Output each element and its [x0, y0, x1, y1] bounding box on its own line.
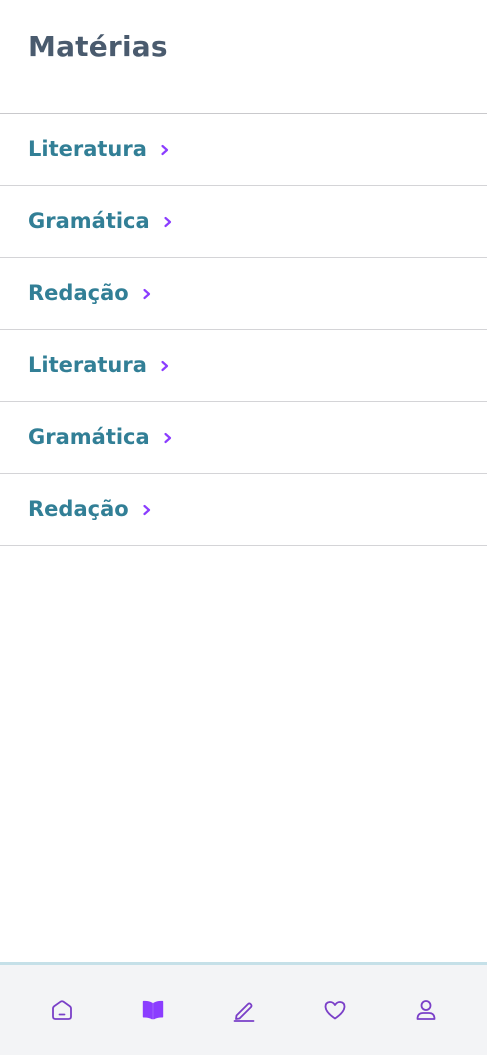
subjects-screen: Matérias Literatura Gramática Redação Li… [0, 0, 487, 1055]
bottom-tab-bar [0, 962, 487, 1055]
subject-label: Redação [28, 281, 129, 305]
subject-item-literatura[interactable]: Literatura [0, 330, 487, 402]
tab-redacao[interactable] [220, 986, 268, 1034]
heart-icon [324, 1001, 345, 1020]
subject-list: Literatura Gramática Redação Literatura … [0, 114, 487, 546]
home-icon [51, 1000, 72, 1020]
subject-label: Redação [28, 497, 129, 521]
subject-item-redacao[interactable]: Redação [0, 474, 487, 546]
subject-item-redacao[interactable]: Redação [0, 258, 487, 330]
subject-item-gramatica[interactable]: Gramática [0, 402, 487, 474]
subject-label: Gramática [28, 425, 150, 449]
subject-label: Gramática [28, 209, 150, 233]
tab-perfil[interactable] [402, 986, 450, 1034]
subject-label: Literatura [28, 137, 147, 161]
chevron-right-icon [164, 216, 171, 227]
chevron-right-icon [143, 504, 150, 515]
subject-item-gramatica[interactable]: Gramática [0, 186, 487, 258]
user-icon [416, 1000, 435, 1020]
subject-item-literatura[interactable]: Literatura [0, 114, 487, 186]
chevron-right-icon [164, 432, 171, 443]
pencil-icon [233, 1002, 254, 1022]
subject-label: Literatura [28, 353, 147, 377]
header: Matérias [0, 0, 487, 114]
chevron-right-icon [161, 360, 169, 371]
tab-favoritos[interactable] [311, 986, 359, 1034]
page-title: Matérias [28, 30, 168, 63]
tab-materias[interactable] [129, 986, 177, 1034]
chevron-right-icon [143, 288, 150, 299]
book-icon [142, 1000, 163, 1020]
chevron-right-icon [161, 144, 169, 155]
tab-home[interactable] [38, 986, 86, 1034]
